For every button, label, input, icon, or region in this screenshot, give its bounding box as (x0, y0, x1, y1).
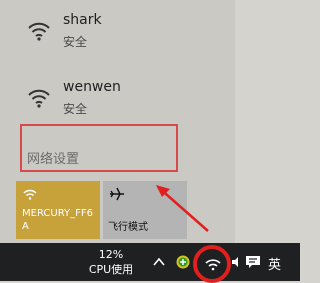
network-status: 安全 (63, 102, 88, 116)
cpu-usage-indicator[interactable]: 12% CPU使用 (78, 247, 144, 277)
wifi-icon (28, 22, 50, 41)
wifi-tile-label: MERCURY_FF6A (22, 208, 93, 232)
network-settings-link[interactable]: 网络设置 (20, 124, 178, 172)
wifi-quick-action[interactable]: MERCURY_FF6A (16, 181, 100, 239)
speaker-icon[interactable] (230, 255, 244, 269)
airplane-mode-quick-action[interactable]: 飞行模式 (103, 181, 187, 239)
app-tray-icon[interactable] (176, 255, 190, 269)
cpu-percent: 12% (98, 248, 124, 261)
taskbar: 12% CPU使用 英 (0, 243, 300, 283)
message-icon[interactable] (245, 254, 261, 270)
network-flyout: shark 安全 wenwen 安全 网络设置 MERCURY_FF6A 飞行模… (0, 0, 235, 243)
cpu-label: CPU使用 (88, 263, 134, 276)
tray-wifi-highlight (193, 245, 231, 283)
airplane-tile-label: 飞行模式 (108, 222, 148, 233)
wifi-icon[interactable] (204, 255, 222, 273)
wifi-icon (28, 89, 50, 108)
chevron-up-icon[interactable] (152, 255, 166, 269)
network-ssid: wenwen (63, 79, 121, 95)
airplane-icon (110, 187, 124, 201)
network-status: 安全 (63, 35, 88, 49)
input-language-indicator[interactable]: 英 (268, 254, 281, 273)
wifi-icon (23, 189, 37, 200)
network-settings-label: 网络设置 (27, 152, 80, 167)
network-ssid: shark (63, 12, 102, 28)
network-item-shark[interactable]: shark 安全 (0, 4, 235, 66)
